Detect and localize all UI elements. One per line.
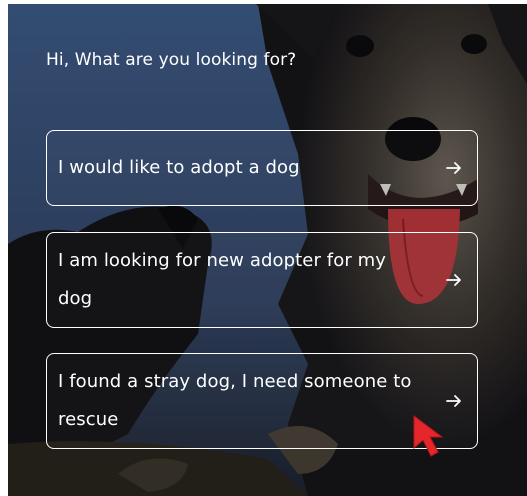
dog-help-widget: Hi, What are you looking for? I would li… [8, 4, 527, 496]
mouse-pointer-icon [413, 415, 444, 457]
option-label: I am looking for new adopter for my dog [58, 250, 387, 309]
arrow-right-icon [446, 274, 461, 286]
arrow-right-icon [446, 162, 461, 174]
option-label: I would like to adopt a dog [58, 157, 300, 178]
prompt-text: Hi, What are you looking for? [46, 50, 297, 70]
arrow-right-icon [446, 395, 461, 407]
option-find-adopter-button[interactable]: I am looking for new adopter for my dog [46, 232, 478, 328]
option-adopt-dog-button[interactable]: I would like to adopt a dog [46, 130, 478, 206]
